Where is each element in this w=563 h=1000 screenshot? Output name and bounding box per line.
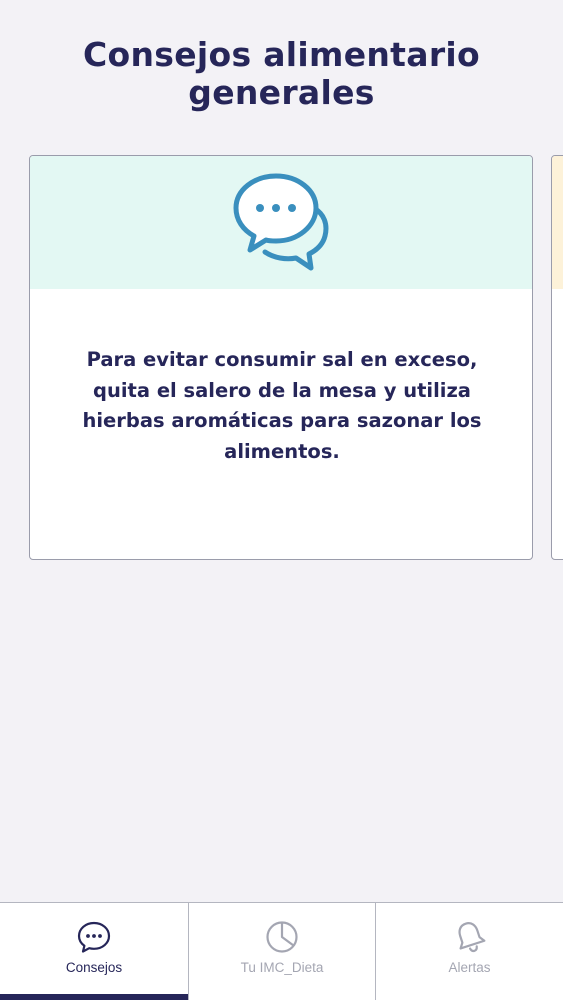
chat-bubbles-icon bbox=[233, 173, 329, 271]
tab-label-consejos: Consejos bbox=[65, 960, 123, 975]
tab-tu-imc-dieta[interactable]: Tu IMC_Dieta bbox=[188, 903, 375, 1000]
next-card-header bbox=[552, 156, 563, 289]
bell-icon bbox=[457, 922, 485, 953]
advice-card[interactable]: Para evitar consumir sal en exceso, quit… bbox=[29, 155, 533, 560]
next-card-peek[interactable] bbox=[551, 155, 563, 560]
page-title: Consejos alimentario generales bbox=[83, 35, 480, 112]
advice-card-header bbox=[30, 156, 532, 289]
advice-text: Para evitar consumir sal en exceso, quit… bbox=[82, 348, 482, 463]
pie-chart-icon bbox=[266, 921, 298, 953]
tab-label-alertas: Alertas bbox=[448, 960, 491, 975]
active-tab-indicator bbox=[0, 994, 188, 1000]
tab-consejos[interactable]: Consejos bbox=[0, 903, 188, 1000]
tab-label-tu-imc-dieta: Tu IMC_Dieta bbox=[240, 960, 324, 975]
tab-alertas[interactable]: Alertas bbox=[375, 903, 563, 1000]
chat-bubble-icon bbox=[77, 921, 111, 953]
bottom-tab-bar: Consejos Tu IMC_Dieta Alertas bbox=[0, 902, 563, 1000]
